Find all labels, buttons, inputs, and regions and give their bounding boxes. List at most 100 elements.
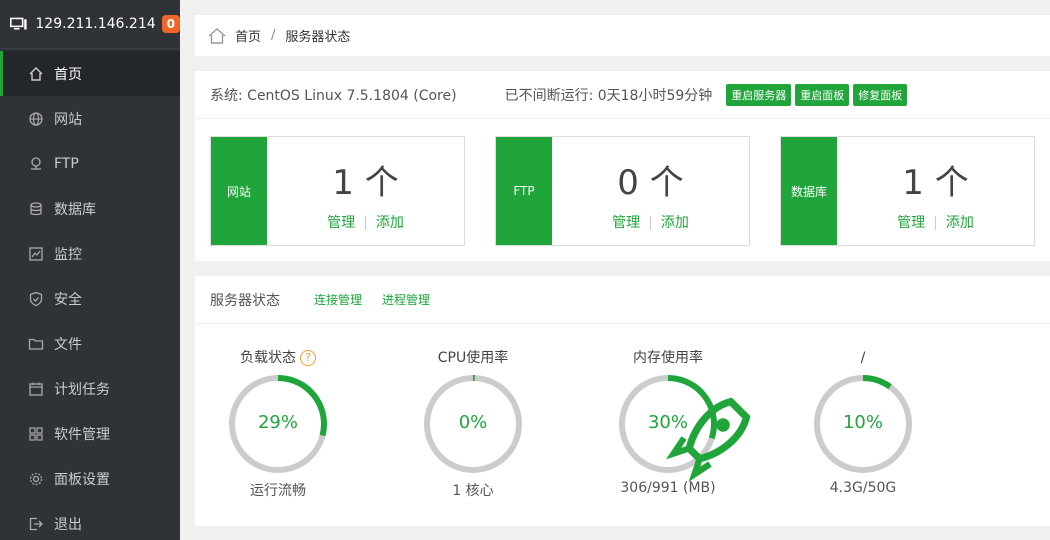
sidebar-item-cron[interactable]: 计划任务 [0, 366, 180, 411]
sidebar: 129.211.146.214 0 首页 网站 FTP 数据库 监控 安全 文件… [0, 0, 180, 540]
main-content: 首页 / 服务器状态 系统: CentOS Linux 7.5.1804 (Co… [180, 0, 1050, 540]
uptime-info: 已不间断运行: 0天18小时59分钟 [504, 87, 713, 104]
sidebar-item-settings[interactable]: 面板设置 [0, 456, 180, 501]
gauge-detail: 4.3G/50G [829, 480, 897, 496]
process-manage-link[interactable]: 进程管理 [382, 291, 430, 308]
database-icon [28, 201, 44, 217]
logout-icon [28, 516, 44, 532]
gauge-ring[interactable]: 30% [616, 372, 751, 483]
gauge-memory: 内存使用率 30% 306/991 (MB) [588, 346, 751, 496]
home-icon[interactable] [207, 27, 227, 45]
server-host[interactable]: 129.211.146.214 0 [0, 0, 180, 48]
sidebar-item-home[interactable]: 首页 [0, 51, 180, 96]
server-status-panel: 服务器状态 连接管理 进程管理 负载状态? 29% 运行流畅 CPU使用率 0%… [195, 276, 1050, 526]
add-link[interactable]: 添加 [661, 215, 689, 231]
rocket-icon[interactable] [658, 386, 762, 490]
sidebar-item-files[interactable]: 文件 [0, 321, 180, 366]
gauge-ring[interactable]: 10% [811, 372, 915, 476]
card-actions: 管理 | 添加 [552, 212, 749, 232]
gauge-percent: 30% [647, 412, 688, 433]
sidebar-item-software[interactable]: 软件管理 [0, 411, 180, 456]
gauge-detail: 运行流畅 [250, 483, 306, 499]
restart-server-button[interactable]: 重启服务器 [726, 83, 792, 106]
card-website: 网站 1 个 管理 | 添加 [210, 136, 465, 246]
add-link[interactable]: 添加 [376, 215, 404, 231]
status-header: 服务器状态 连接管理 进程管理 [195, 276, 1050, 324]
gauge-title-wrap: 负载状态? [198, 346, 358, 370]
gauge-title: / [860, 350, 866, 366]
help-icon[interactable]: ? [300, 350, 316, 366]
card-count: 1 个 [902, 163, 969, 203]
gauge-title: CPU使用率 [437, 350, 509, 366]
sidebar-item-label: 文件 [54, 336, 82, 353]
breadcrumb-separator: / [271, 28, 276, 43]
sidebar-item-label: 数据库 [54, 201, 96, 218]
gauge-percent: 10% [842, 412, 883, 433]
sidebar-item-label: 安全 [54, 291, 82, 308]
shield-icon [28, 291, 44, 307]
action-divider: | [363, 215, 368, 231]
sidebar-item-monitor[interactable]: 监控 [0, 231, 180, 276]
sidebar-item-security[interactable]: 安全 [0, 276, 180, 321]
folder-icon [28, 336, 44, 352]
sidebar-item-ftp[interactable]: FTP [0, 141, 180, 186]
card-count: 1 个 [332, 163, 399, 203]
gauge-percent: 29% [257, 412, 298, 433]
breadcrumb: 首页 / 服务器状态 [195, 15, 1050, 56]
connection-manage-link[interactable]: 连接管理 [314, 291, 362, 308]
sidebar-item-label: 计划任务 [54, 381, 110, 398]
card-label: 网站 [211, 137, 267, 245]
gauge-title: 内存使用率 [633, 350, 703, 366]
gauge-cpu: CPU使用率 0% 1 核心 [393, 346, 553, 500]
card-label: FTP [496, 137, 552, 245]
sidebar-item-label: 网站 [54, 111, 82, 128]
gauge-title: 负载状态 [240, 350, 296, 366]
sidebar-item-label: 监控 [54, 246, 82, 263]
sidebar-item-database[interactable]: 数据库 [0, 186, 180, 231]
gauge-percent: 0% [458, 412, 488, 433]
add-link[interactable]: 添加 [946, 215, 974, 231]
gauge-ring[interactable]: 0% [421, 372, 525, 476]
home-icon [28, 66, 44, 82]
restart-panel-button[interactable]: 重启面板 [795, 83, 850, 106]
sidebar-item-label: 首页 [54, 66, 82, 83]
apps-grid-icon [28, 426, 44, 442]
sidebar-nav: 首页 网站 FTP 数据库 监控 安全 文件 计划任务 软件管理 面板设置 退出 [0, 51, 180, 540]
overview-cards: 网站 1 个 管理 | 添加 FTP 0 个 管理 | 添加 数据库 1 个 管理 | 添加 [195, 119, 1050, 261]
card-actions: 管理 | 添加 [837, 212, 1034, 232]
breadcrumb-home[interactable]: 首页 [235, 26, 261, 45]
sidebar-item-label: 软件管理 [54, 426, 110, 443]
chart-icon [28, 246, 44, 262]
sidebar-item-label: 面板设置 [54, 471, 110, 488]
gauge-load: 负载状态? 29% 运行流畅 [198, 346, 358, 500]
sidebar-divider [0, 48, 180, 49]
card-label: 数据库 [781, 137, 837, 245]
manage-link[interactable]: 管理 [327, 215, 355, 231]
calendar-icon [28, 381, 44, 397]
gauge-disk: / 10% 4.3G/50G [783, 346, 943, 496]
gear-icon [28, 471, 44, 487]
sidebar-item-label: 退出 [54, 516, 82, 533]
system-info-bar: 系统: CentOS Linux 7.5.1804 (Core) 已不间断运行:… [195, 71, 1050, 119]
notification-badge[interactable]: 0 [161, 15, 180, 33]
gauge-ring[interactable]: 29% [226, 372, 330, 476]
os-info: 系统: CentOS Linux 7.5.1804 (Core) [210, 87, 457, 104]
action-divider: | [933, 215, 938, 231]
monitor-icon [10, 17, 27, 30]
sidebar-item-website[interactable]: 网站 [0, 96, 180, 141]
card-count: 0 个 [617, 163, 684, 203]
sidebar-item-label: FTP [54, 155, 79, 172]
sidebar-item-logout[interactable]: 退出 [0, 501, 180, 540]
ftp-icon [28, 156, 44, 172]
manage-link[interactable]: 管理 [612, 215, 640, 231]
globe-icon [28, 111, 44, 127]
manage-link[interactable]: 管理 [897, 215, 925, 231]
card-actions: 管理 | 添加 [267, 212, 464, 232]
repair-panel-button[interactable]: 修复面板 [853, 83, 908, 106]
card-database: 数据库 1 个 管理 | 添加 [780, 136, 1035, 246]
breadcrumb-current: 服务器状态 [285, 30, 351, 45]
server-ip: 129.211.146.214 [35, 16, 156, 32]
action-divider: | [648, 215, 653, 231]
card-ftp: FTP 0 个 管理 | 添加 [495, 136, 750, 246]
gauge-detail: 1 核心 [452, 483, 494, 499]
